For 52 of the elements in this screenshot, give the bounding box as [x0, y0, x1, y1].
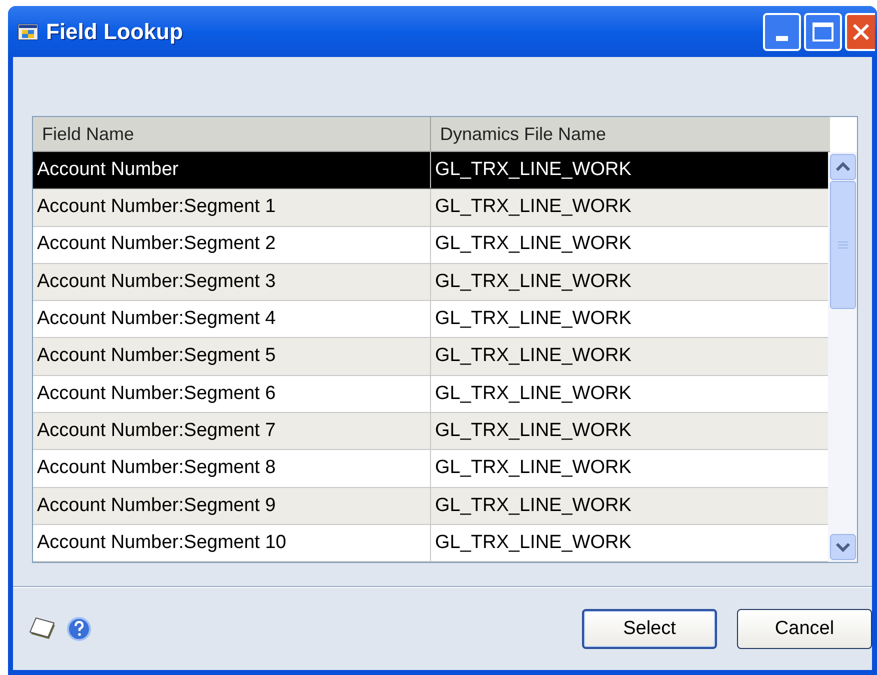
table-cell: Account Number:Segment 5 [33, 338, 431, 375]
note-icon[interactable] [29, 617, 57, 642]
table-row[interactable]: Account Number:Segment 8 GL_TRX_LINE_WORK [33, 450, 828, 488]
scroll-down-icon[interactable] [830, 534, 856, 560]
table-cell-text: GL_TRX_LINE_WORK [434, 382, 632, 406]
table-row[interactable]: Account Number GL_TRX_LINE_WORK [33, 152, 828, 190]
table-cell-text: GL_TRX_LINE_WORK [434, 530, 632, 555]
table-row[interactable]: Account Number:Segment 10 GL_TRX_LINE_WORK [33, 524, 828, 562]
cancel-button[interactable]: Cancel [737, 609, 872, 650]
help-icon[interactable] [67, 617, 91, 642]
scrollbar[interactable] [828, 152, 857, 562]
column-header[interactable]: Field Name [33, 117, 431, 151]
table-cell: Account Number:Segment 6 [33, 376, 431, 412]
table-cell-text: GL_TRX_LINE_WORK [434, 418, 632, 443]
table-row[interactable]: Account Number:Segment 1 GL_TRX_LINE_WORK [33, 189, 828, 227]
maximize-button[interactable] [804, 12, 842, 50]
column-header[interactable]: Dynamics File Name [431, 117, 830, 151]
table-cell: Account Number:Segment 10 [33, 524, 431, 562]
table-cell-text: GL_TRX_LINE_WORK [434, 195, 632, 220]
table-cell: Account Number [33, 152, 431, 188]
scroll-up-icon[interactable] [830, 154, 856, 180]
table-row[interactable]: Account Number:Segment 6 GL_TRX_LINE_WORK [33, 376, 828, 414]
table-cell-text: GL_TRX_LINE_WORK [434, 270, 632, 294]
grip-icon [838, 241, 848, 249]
table-cell: Account Number:Segment 8 [33, 450, 431, 487]
table-row[interactable]: Account Number:Segment 9 GL_TRX_LINE_WORK [33, 488, 828, 525]
window-title: Field Lookup [46, 18, 184, 46]
table-cell: Account Number:Segment 4 [33, 301, 431, 338]
select-button[interactable]: Select [582, 609, 717, 650]
minimize-button[interactable] [763, 12, 801, 50]
table-row[interactable]: Account Number:Segment 3 GL_TRX_LINE_WORK [33, 264, 828, 302]
window-icon [18, 24, 38, 40]
table-cell: Account Number:Segment 2 [33, 226, 431, 263]
close-button[interactable] [845, 12, 875, 50]
table-cell: Account Number:Segment 7 [33, 413, 431, 450]
table-cell: Account Number:Segment 3 [33, 264, 431, 300]
table-cell: Account Number:Segment 1 [33, 189, 431, 226]
table-cell-text: GL_TRX_LINE_WORK [434, 456, 632, 480]
maximize-icon [812, 22, 834, 42]
table-row[interactable]: Account Number:Segment 7 GL_TRX_LINE_WORK [33, 413, 828, 450]
table-cell-text: GL_TRX_LINE_WORK [434, 307, 632, 332]
table-cell-text: GL_TRX_LINE_WORK [434, 158, 632, 182]
table-cell-text: GL_TRX_LINE_WORK [434, 494, 632, 518]
table-cell: Account Number:Segment 9 [33, 488, 431, 524]
table-row[interactable]: Account Number:Segment 5 GL_TRX_LINE_WORK [33, 338, 828, 376]
table-cell-text: GL_TRX_LINE_WORK [434, 232, 632, 256]
close-icon [852, 22, 870, 40]
table-row[interactable]: Account Number:Segment 4 GL_TRX_LINE_WORK [33, 301, 828, 338]
table-row[interactable]: Account Number:Segment 2 GL_TRX_LINE_WORK [33, 226, 828, 264]
table-cell-text: GL_TRX_LINE_WORK [434, 344, 632, 368]
minimize-icon [776, 36, 788, 40]
scroll-thumb[interactable] [830, 181, 856, 309]
